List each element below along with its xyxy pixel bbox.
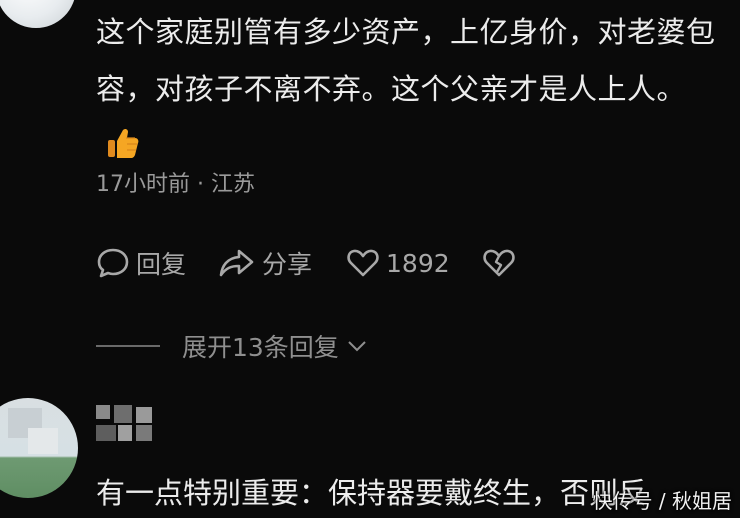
comment-meta: 17小时前 · 江苏	[96, 166, 255, 198]
reply-label: 回复	[136, 250, 187, 279]
commenter-avatar[interactable]	[0, 0, 76, 28]
comment-text: 这个家庭别管有多少资产，上亿身价，对老婆包容，对孩子不离不弃。这个父亲才是人上人…	[96, 15, 716, 106]
broken-heart-icon	[482, 249, 515, 277]
divider-line	[96, 345, 160, 347]
reply-icon	[97, 248, 129, 278]
heart-icon	[347, 249, 379, 277]
reply-button[interactable]: 回复	[96, 245, 186, 281]
meta-separator: ·	[197, 172, 204, 197]
like-count: 1892	[386, 248, 450, 278]
like-button[interactable]: 1892	[346, 246, 450, 280]
chevron-down-icon	[348, 341, 366, 352]
dislike-button[interactable]	[482, 246, 522, 280]
share-icon	[219, 249, 254, 277]
comment-body: 这个家庭别管有多少资产，上亿身价，对老婆包容，对孩子不离不弃。这个父亲才是人上人…	[96, 4, 726, 179]
next-commenter-avatar[interactable]	[0, 398, 78, 498]
comment-actions: 回复 分享 1892	[96, 240, 522, 286]
comment-location: 江苏	[211, 172, 256, 197]
expand-replies-button[interactable]: 展开13条回复	[96, 326, 369, 366]
watermark: 快传号 / 秋姐居	[592, 489, 732, 513]
comment-time: 17小时前	[96, 172, 190, 197]
share-label: 分享	[262, 250, 313, 279]
expand-replies-label: 展开13条回复	[182, 333, 339, 362]
next-commenter-name-blurred	[96, 405, 154, 443]
share-button[interactable]: 分享	[218, 245, 312, 281]
